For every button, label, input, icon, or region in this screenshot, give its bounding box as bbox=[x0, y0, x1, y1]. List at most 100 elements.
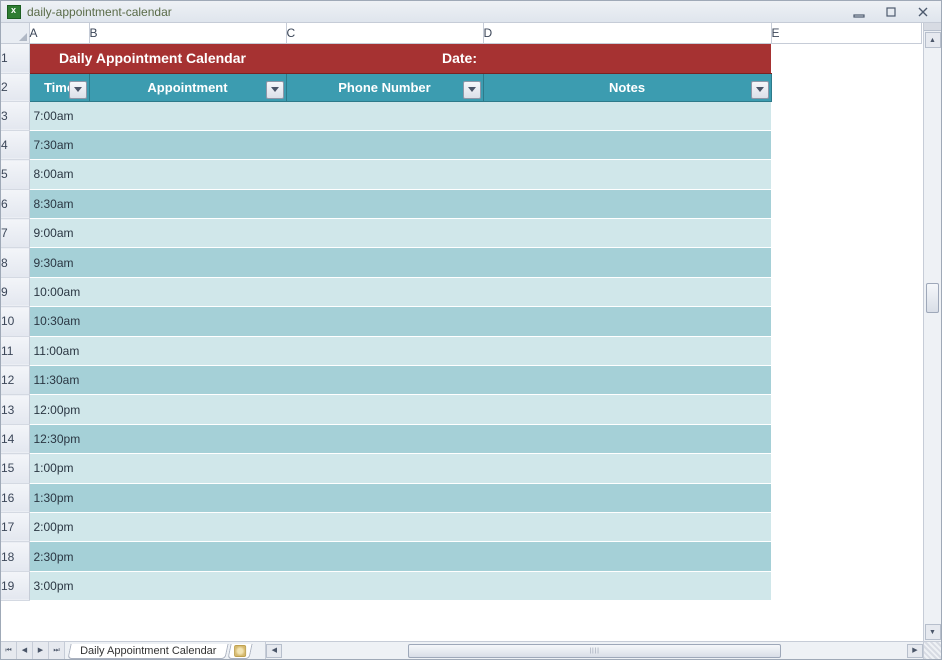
header-notes[interactable]: Notes bbox=[483, 73, 771, 101]
cell-appointment[interactable] bbox=[89, 366, 286, 395]
cell-notes[interactable] bbox=[483, 307, 771, 336]
cell-notes[interactable] bbox=[483, 512, 771, 541]
cell-E16[interactable] bbox=[771, 483, 921, 512]
cell-notes[interactable] bbox=[483, 395, 771, 424]
row-header-16[interactable]: 16 bbox=[1, 483, 29, 512]
hscroll-thumb[interactable] bbox=[408, 644, 782, 658]
title-date-label[interactable]: Date: bbox=[286, 43, 483, 73]
cell-time[interactable]: 10:30am bbox=[29, 307, 89, 336]
cell-notes[interactable] bbox=[483, 454, 771, 483]
row-header-14[interactable]: 14 bbox=[1, 424, 29, 453]
cell-time[interactable]: 8:00am bbox=[29, 160, 89, 189]
cell-phone[interactable] bbox=[286, 160, 483, 189]
cell-appointment[interactable] bbox=[89, 307, 286, 336]
vscroll-thumb[interactable] bbox=[926, 283, 939, 313]
cell-phone[interactable] bbox=[286, 277, 483, 306]
row-header-13[interactable]: 13 bbox=[1, 395, 29, 424]
row-header-11[interactable]: 11 bbox=[1, 336, 29, 365]
cell-appointment[interactable] bbox=[89, 424, 286, 453]
cell-notes[interactable] bbox=[483, 101, 771, 130]
select-all-corner[interactable] bbox=[1, 23, 29, 43]
vertical-scrollbar[interactable]: ▲ ▼ bbox=[923, 23, 941, 641]
cell-appointment[interactable] bbox=[89, 483, 286, 512]
cell-appointment[interactable] bbox=[89, 542, 286, 571]
row-header-12[interactable]: 12 bbox=[1, 366, 29, 395]
tab-nav-first[interactable]: ⏮ bbox=[1, 642, 17, 659]
cell-phone[interactable] bbox=[286, 571, 483, 600]
cell-notes[interactable] bbox=[483, 571, 771, 600]
cell-E14[interactable] bbox=[771, 424, 921, 453]
row-header-10[interactable]: 10 bbox=[1, 307, 29, 336]
cell-phone[interactable] bbox=[286, 189, 483, 218]
cell-time[interactable]: 7:30am bbox=[29, 130, 89, 159]
tab-nav-last[interactable]: ⏭ bbox=[49, 642, 65, 659]
row-header-7[interactable]: 7 bbox=[1, 219, 29, 248]
cell-E3[interactable] bbox=[771, 101, 921, 130]
scroll-down-button[interactable]: ▼ bbox=[925, 624, 941, 640]
cell-notes[interactable] bbox=[483, 336, 771, 365]
cell-E19[interactable] bbox=[771, 571, 921, 600]
cell-E10[interactable] bbox=[771, 307, 921, 336]
scroll-up-button[interactable]: ▲ bbox=[925, 32, 941, 48]
restore-button[interactable] bbox=[883, 5, 899, 19]
row-header-6[interactable]: 6 bbox=[1, 189, 29, 218]
cell-appointment[interactable] bbox=[89, 454, 286, 483]
cell-time[interactable]: 11:30am bbox=[29, 366, 89, 395]
row-header-17[interactable]: 17 bbox=[1, 512, 29, 541]
row-header-5[interactable]: 5 bbox=[1, 160, 29, 189]
scroll-left-button[interactable]: ◀ bbox=[266, 644, 282, 658]
cell-appointment[interactable] bbox=[89, 189, 286, 218]
cell-notes[interactable] bbox=[483, 130, 771, 159]
cell-E8[interactable] bbox=[771, 248, 921, 277]
cell-appointment[interactable] bbox=[89, 101, 286, 130]
header-time[interactable]: Time bbox=[29, 73, 89, 101]
cell-time[interactable]: 12:00pm bbox=[29, 395, 89, 424]
cell-E1[interactable] bbox=[771, 43, 921, 73]
row-header-19[interactable]: 19 bbox=[1, 571, 29, 600]
cell-notes[interactable] bbox=[483, 277, 771, 306]
filter-button-phone[interactable] bbox=[463, 81, 481, 99]
cell-phone[interactable] bbox=[286, 512, 483, 541]
hscroll-track[interactable] bbox=[283, 644, 906, 658]
cell-notes[interactable] bbox=[483, 189, 771, 218]
cell-time[interactable]: 9:00am bbox=[29, 219, 89, 248]
cell-E11[interactable] bbox=[771, 336, 921, 365]
cell-time[interactable]: 1:30pm bbox=[29, 483, 89, 512]
cell-notes[interactable] bbox=[483, 160, 771, 189]
cell-phone[interactable] bbox=[286, 395, 483, 424]
col-header-E[interactable]: E bbox=[771, 23, 921, 43]
cell-phone[interactable] bbox=[286, 130, 483, 159]
spreadsheet-grid[interactable]: A B C D E 1 Daily Appointment Calendar bbox=[1, 23, 922, 601]
cell-phone[interactable] bbox=[286, 454, 483, 483]
cell-time[interactable]: 7:00am bbox=[29, 101, 89, 130]
cell-appointment[interactable] bbox=[89, 512, 286, 541]
header-appointment[interactable]: Appointment bbox=[89, 73, 286, 101]
cell-time[interactable]: 3:00pm bbox=[29, 571, 89, 600]
cell-phone[interactable] bbox=[286, 424, 483, 453]
cell-E12[interactable] bbox=[771, 366, 921, 395]
horizontal-scrollbar[interactable]: ◀ ▶ bbox=[265, 642, 923, 659]
cell-phone[interactable] bbox=[286, 248, 483, 277]
resize-grip[interactable] bbox=[923, 642, 941, 659]
cell-appointment[interactable] bbox=[89, 395, 286, 424]
row-header-15[interactable]: 15 bbox=[1, 454, 29, 483]
cell-notes[interactable] bbox=[483, 542, 771, 571]
row-header-9[interactable]: 9 bbox=[1, 277, 29, 306]
col-header-B[interactable]: B bbox=[89, 23, 286, 43]
cell-time[interactable]: 1:00pm bbox=[29, 454, 89, 483]
cell-notes[interactable] bbox=[483, 483, 771, 512]
cell-E15[interactable] bbox=[771, 454, 921, 483]
cell-phone[interactable] bbox=[286, 307, 483, 336]
row-header-1[interactable]: 1 bbox=[1, 43, 29, 73]
cell-appointment[interactable] bbox=[89, 219, 286, 248]
minimize-button[interactable] bbox=[851, 5, 867, 19]
cell-E4[interactable] bbox=[771, 130, 921, 159]
new-sheet-button[interactable] bbox=[228, 644, 253, 659]
header-phone[interactable]: Phone Number bbox=[286, 73, 483, 101]
split-handle-vertical[interactable] bbox=[924, 23, 941, 31]
title-left[interactable]: Daily Appointment Calendar bbox=[89, 43, 286, 73]
cell-time[interactable]: 2:00pm bbox=[29, 512, 89, 541]
sheet-tab-active[interactable]: Daily Appointment Calendar bbox=[67, 644, 229, 659]
cell-appointment[interactable] bbox=[89, 336, 286, 365]
title-date-value[interactable] bbox=[483, 43, 771, 73]
